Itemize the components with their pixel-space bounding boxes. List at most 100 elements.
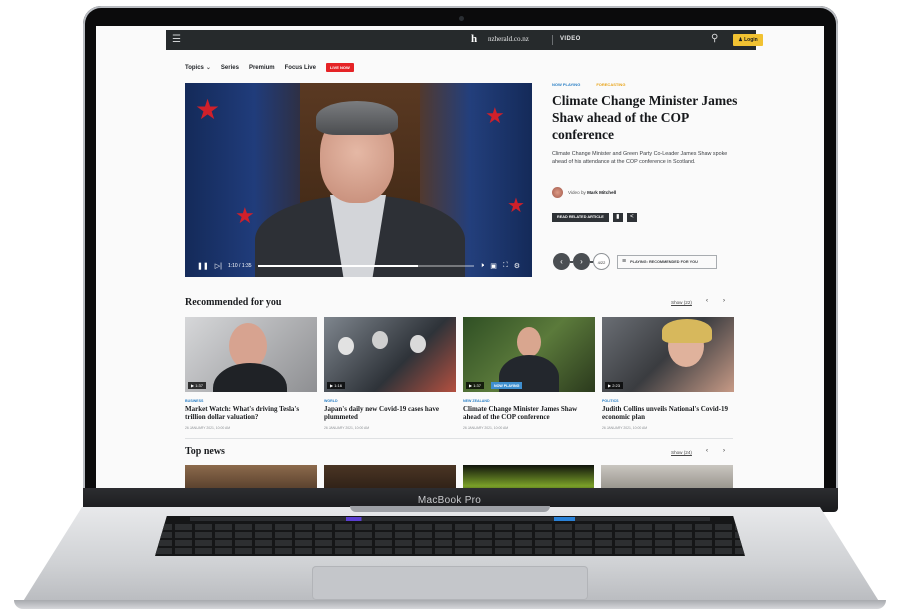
device-label: MacBook Pro <box>417 495 482 506</box>
duration-text: 1:37 <box>195 383 203 388</box>
card-category[interactable]: BUSINESS <box>185 399 317 403</box>
article-tags: NOW PLAYING FORECASTING <box>552 82 625 87</box>
article-actions: READ RELATED ARTICLE ▮ < <box>552 213 637 222</box>
captions-icon[interactable]: ▣ <box>490 262 497 270</box>
progress-bar[interactable] <box>257 265 474 267</box>
top-news-show-link[interactable]: Show (24) <box>671 450 692 455</box>
playlist-pager: ‹ › 4/22 ≡ PLAYING: RECOMMENDED FOR YOU <box>553 253 717 270</box>
login-label: Login <box>744 37 758 43</box>
card-thumbnail[interactable]: ▶ 2:23 <box>602 317 734 392</box>
laptop-base-edge <box>14 600 886 609</box>
card-thumbnail[interactable]: ▶ 1:37 NOW PLAYING <box>463 317 595 392</box>
recommended-list: ▶ 1:37 BUSINESS Market Watch: What's dri… <box>185 317 734 430</box>
skip-icon[interactable]: ▷| <box>215 262 222 270</box>
bookmark-icon[interactable]: ▮ <box>612 213 623 222</box>
chevron-down-icon: ⌄ <box>205 65 211 71</box>
settings-icon[interactable]: ⚙ <box>514 262 520 270</box>
nav-topics[interactable]: Topics ⌄ <box>185 64 211 71</box>
chevron-left-icon[interactable]: ‹ <box>706 448 708 454</box>
chevron-left-icon[interactable]: ‹ <box>553 253 570 270</box>
key-row <box>155 548 745 554</box>
chevron-right-icon[interactable]: › <box>723 298 725 304</box>
playlist-label: PLAYING: RECOMMENDED FOR YOU <box>630 259 698 264</box>
video-card[interactable]: ▶ 1:37 NOW PLAYING NEW ZEALAND Climate C… <box>463 317 595 430</box>
thumb-hair <box>662 319 712 343</box>
nav-focus-live[interactable]: Focus Live <box>285 65 316 71</box>
search-icon[interactable]: ⚲ <box>711 33 718 44</box>
playlist-icon: ≡ <box>622 258 627 265</box>
laptop-hinge <box>350 506 550 512</box>
camera <box>459 16 464 21</box>
read-related-button[interactable]: READ RELATED ARTICLE <box>552 213 609 222</box>
play-pause-icon[interactable]: ❚❚ <box>197 262 209 270</box>
volume-icon[interactable]: 🕨 <box>480 262 484 270</box>
pager-count: 4/22 <box>593 253 610 270</box>
flag-star: ★ <box>235 203 255 228</box>
key-row <box>155 532 745 538</box>
recommended-title: Recommended for you <box>185 297 282 308</box>
browser-screen: ☰ h nzherald.co.nz VIDEO ⚲ ♟ Login Topic… <box>96 26 824 492</box>
flag-star: ★ <box>507 195 525 217</box>
chevron-left-icon[interactable]: ‹ <box>706 298 708 304</box>
video-player[interactable]: ★ ★ ★ ★ ❚❚ ▷| 1:10 / 1:35 🕨 ▣ ⛶ ⚙ <box>185 83 532 277</box>
nav-series[interactable]: Series <box>221 65 239 71</box>
byline-name[interactable]: Mark Mitchell <box>587 190 616 195</box>
flag-star: ★ <box>485 103 505 128</box>
thumb-face <box>338 337 354 355</box>
video-summary: Climate Change Minister and Green Party … <box>552 151 728 165</box>
duration-badge: ▶ 1:16 <box>327 382 345 389</box>
recommended-show-link[interactable]: Show (22) <box>671 300 692 305</box>
divider <box>552 35 553 45</box>
tag-category[interactable]: FORECASTING <box>596 82 625 87</box>
video-card[interactable]: ▶ 1:16 WORLD Japan's daily new Covid-19 … <box>324 317 456 430</box>
keyboard <box>155 516 745 556</box>
card-category[interactable]: POLITICS <box>602 399 734 403</box>
fullscreen-icon[interactable]: ⛶ <box>503 262 508 270</box>
thumb-face <box>410 335 426 353</box>
site-name[interactable]: nzherald.co.nz <box>488 35 529 43</box>
login-button[interactable]: ♟ Login <box>733 34 763 46</box>
video-card[interactable]: ▶ 2:23 POLITICS Judith Collins unveils N… <box>602 317 734 430</box>
card-thumbnail[interactable]: ▶ 1:16 <box>324 317 456 392</box>
card-date: 26 JANUARY 2021, 10:00 AM <box>185 425 231 430</box>
duration-badge: ▶ 1:37 <box>188 382 206 389</box>
duration-badge: ▶ 1:37 <box>466 382 484 389</box>
card-date: 26 JANUARY 2021, 10:00 AM <box>324 425 370 430</box>
section-label[interactable]: VIDEO <box>560 36 581 42</box>
card-title[interactable]: Market Watch: What's driving Tesla's tri… <box>185 405 317 422</box>
share-icon[interactable]: < <box>626 213 637 222</box>
menu-icon[interactable]: ☰ <box>172 34 181 45</box>
chevron-right-icon[interactable]: › <box>573 253 590 270</box>
key-row <box>155 540 745 546</box>
site-topbar: ☰ h nzherald.co.nz VIDEO ⚲ ♟ Login <box>166 30 763 50</box>
byline-prefix: Video by <box>568 190 586 195</box>
card-title[interactable]: Climate Change Minister James Shaw ahead… <box>463 405 595 422</box>
video-headline: Climate Change Minister James Shaw ahead… <box>552 93 738 142</box>
playlist-button[interactable]: ≡ PLAYING: RECOMMENDED FOR YOU <box>617 254 717 269</box>
site-logo-icon[interactable]: h <box>471 33 477 45</box>
live-badge[interactable]: LIVE NOW <box>325 63 354 72</box>
video-card[interactable]: ▶ 1:37 BUSINESS Market Watch: What's dri… <box>185 317 317 430</box>
card-date: 26 JANUARY 2021, 10:00 AM <box>602 425 648 430</box>
tag-now-playing[interactable]: NOW PLAYING <box>552 82 580 87</box>
card-title[interactable]: Japan's daily new Covid-19 cases have pl… <box>324 405 456 422</box>
now-playing-badge: NOW PLAYING <box>491 382 523 389</box>
topic-nav: Topics ⌄ Series Premium Focus Live LIVE N… <box>185 63 354 72</box>
duration-badge: ▶ 2:23 <box>605 382 623 389</box>
progress-fill <box>257 265 418 267</box>
card-category[interactable]: NEW ZEALAND <box>463 399 595 403</box>
card-date: 26 JANUARY 2021, 10:00 AM <box>463 425 509 430</box>
nav-topics-label: Topics <box>185 65 204 71</box>
chevron-right-icon[interactable]: › <box>723 448 725 454</box>
flag-star: ★ <box>195 94 221 125</box>
player-time: 1:10 / 1:35 <box>227 263 252 269</box>
avatar <box>552 187 563 198</box>
card-title[interactable]: Judith Collins unveils National's Covid-… <box>602 405 734 422</box>
trackpad <box>312 566 588 600</box>
card-thumbnail[interactable]: ▶ 1:37 <box>185 317 317 392</box>
player-controls: ❚❚ ▷| 1:10 / 1:35 🕨 ▣ ⛶ ⚙ <box>185 255 532 277</box>
card-category[interactable]: WORLD <box>324 399 456 403</box>
nav-premium[interactable]: Premium <box>249 65 275 71</box>
byline: Video by Mark Mitchell <box>552 187 616 198</box>
duration-text: 1:37 <box>473 383 481 388</box>
